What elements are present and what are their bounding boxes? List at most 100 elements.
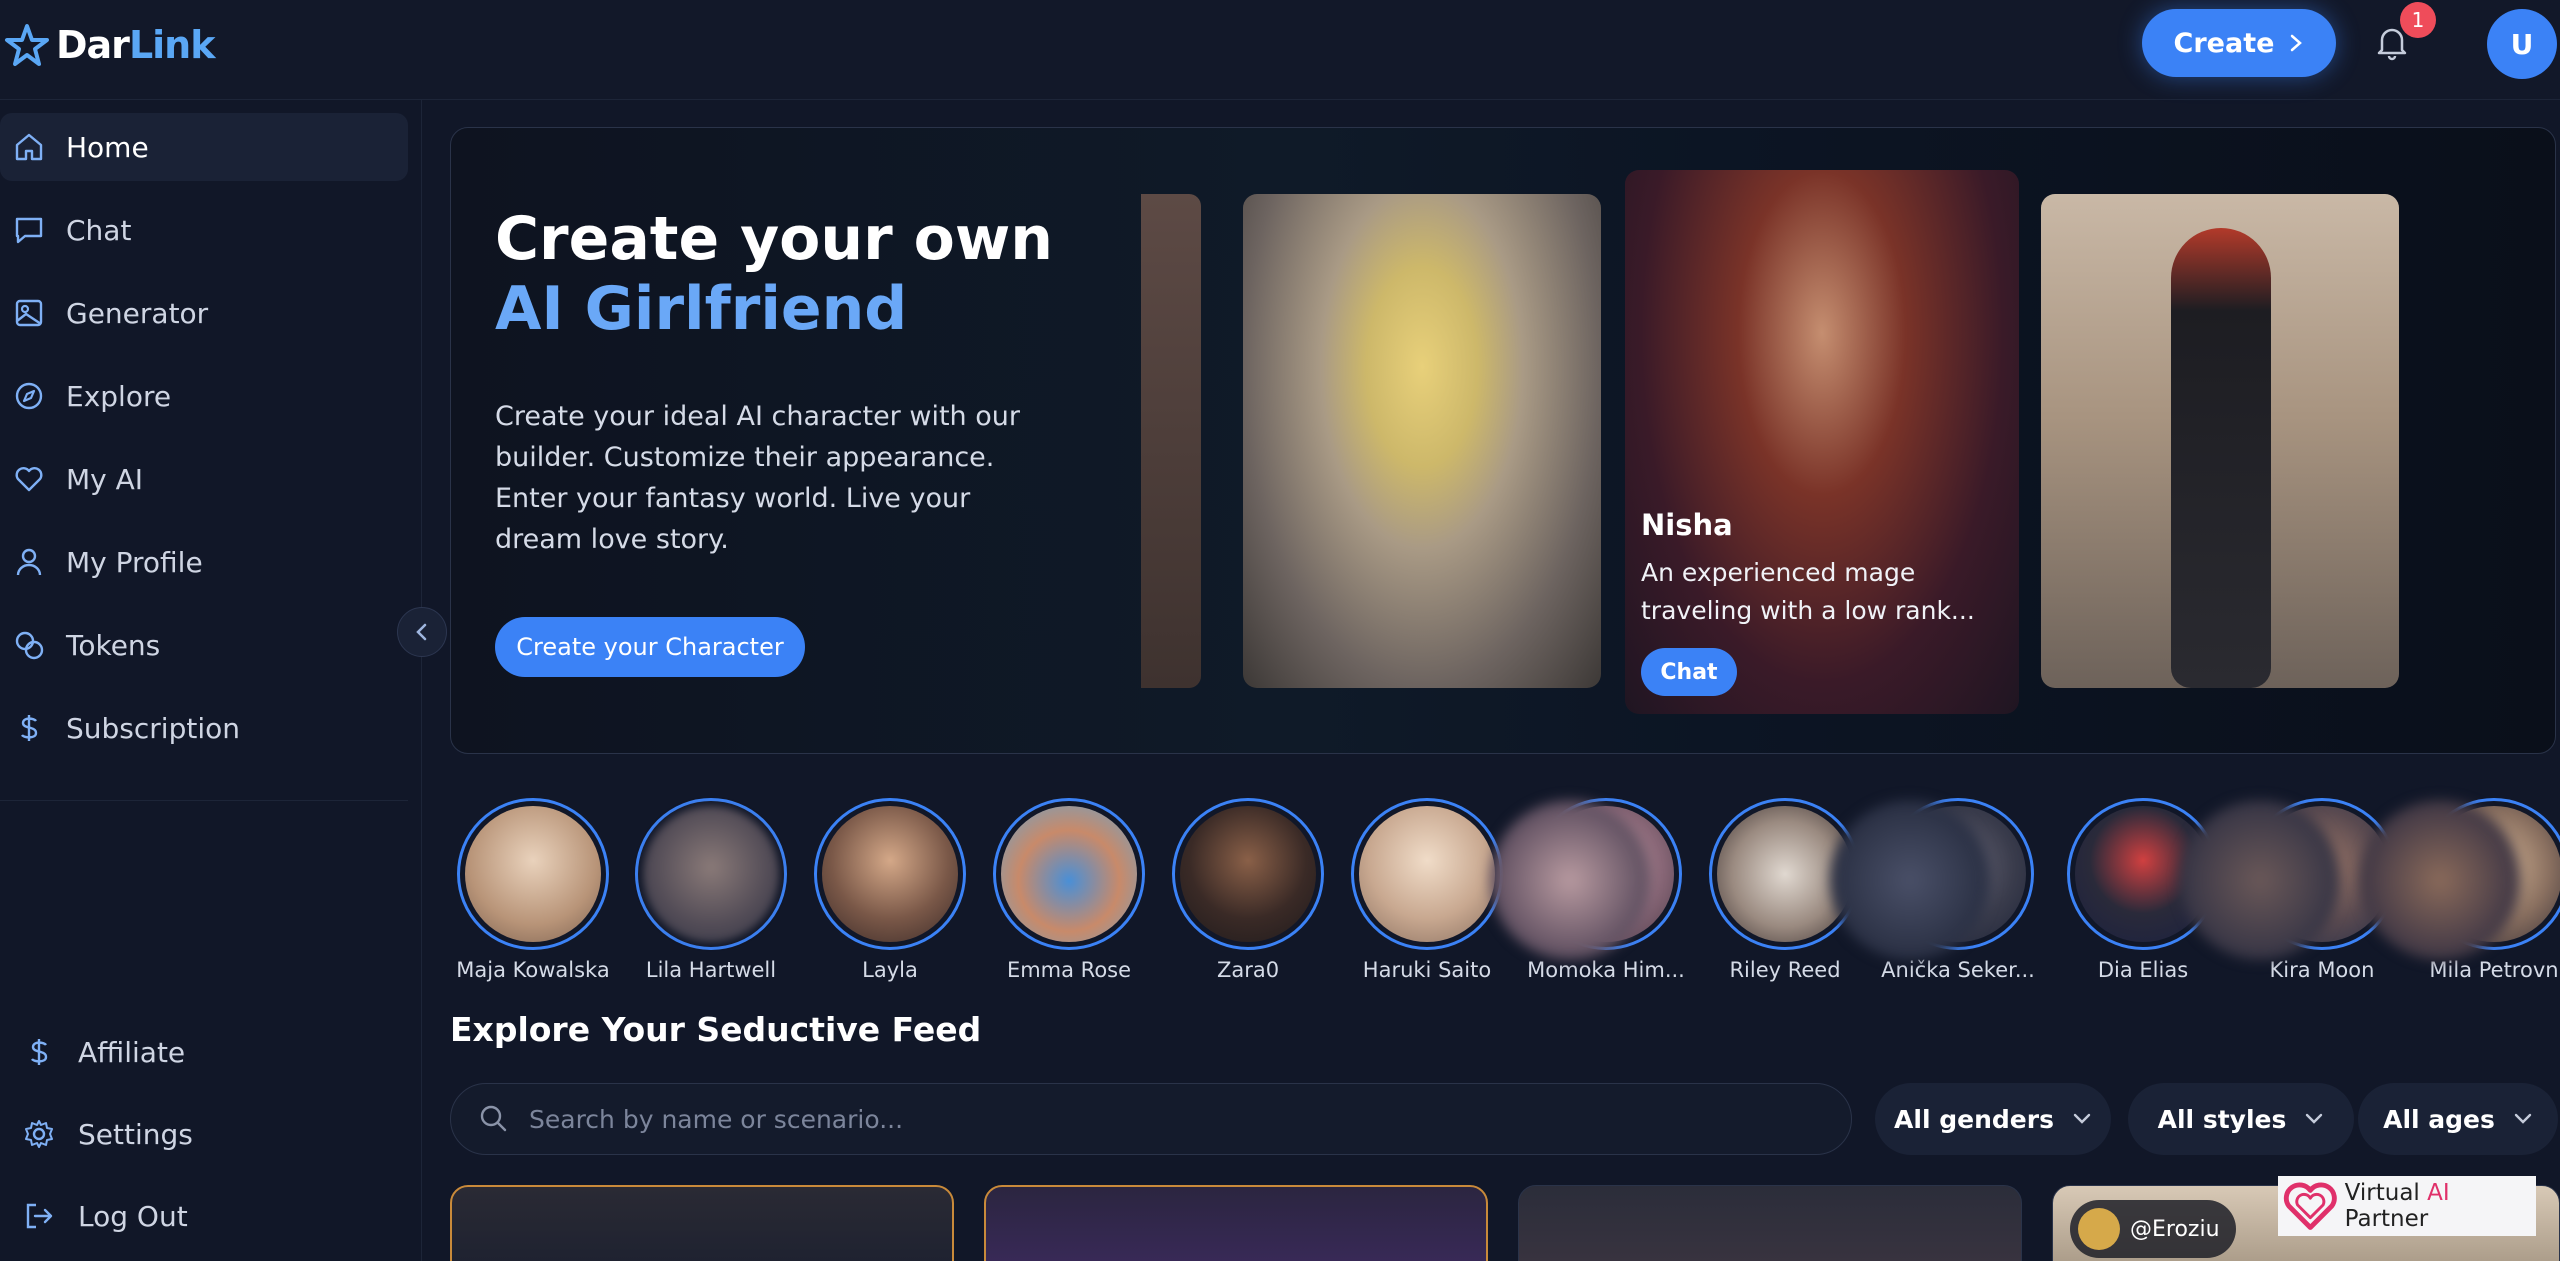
sidebar-item-label: Settings [78, 1117, 193, 1151]
search-input[interactable] [529, 1104, 1829, 1134]
dollar-icon [31, 1039, 48, 1065]
sidebar-item-home[interactable]: Home [0, 113, 408, 181]
sidebar-item-label: Tokens [66, 628, 161, 662]
creator-avatar [2078, 1208, 2120, 1250]
feed-card[interactable] [1518, 1185, 2022, 1261]
sidebar-item-my-profile[interactable]: My Profile [0, 528, 408, 596]
feed-card[interactable] [450, 1185, 954, 1261]
user-icon [16, 548, 42, 576]
search-bar[interactable] [450, 1083, 1852, 1155]
sidebar-item-chat[interactable]: Chat [0, 196, 408, 264]
hero-description: Create your ideal AI character with our … [495, 401, 1020, 555]
story-avatar [1180, 806, 1316, 942]
create-button[interactable]: Create [2142, 9, 2336, 77]
story-item[interactable]: Layla [810, 798, 970, 982]
notification-badge: 1 [2400, 2, 2436, 38]
story-name: Dia Elias [2097, 958, 2189, 982]
chevron-down-icon [2514, 1113, 2532, 1124]
create-character-button[interactable]: Create your Character [495, 617, 805, 677]
coins-icon [15, 631, 44, 660]
logo[interactable]: DarLink [4, 20, 216, 70]
story-avatar-ring [993, 798, 1145, 950]
sidebar-item-my-ai[interactable]: My AI [0, 445, 408, 513]
sidebar-item-logout[interactable]: Log Out [22, 1186, 188, 1246]
story-avatar [1359, 806, 1495, 942]
sidebar-item-label: Home [66, 130, 149, 164]
story-item[interactable]: Emma Rose [989, 798, 1149, 982]
blur-overlay [2180, 800, 2340, 960]
character-card[interactable] [1243, 194, 1601, 688]
chat-icon [15, 217, 43, 244]
story-item[interactable]: Lila Hartwell [631, 798, 791, 982]
compass-icon [15, 382, 43, 410]
story-avatar [1001, 806, 1137, 942]
sidebar-item-label: My Profile [66, 545, 203, 579]
sidebar-item-label: Subscription [66, 711, 240, 745]
creator-chip[interactable]: @Eroziu [2070, 1200, 2236, 1258]
story-name: Mila Petrovn [2429, 958, 2559, 982]
dollar-icon [21, 715, 38, 741]
blur-overlay [2360, 800, 2520, 960]
age-filter-dropdown[interactable]: All ages [2358, 1083, 2558, 1155]
story-name: Momoka Him... [1527, 958, 1685, 982]
story-item[interactable]: Maja Kowalska [453, 798, 613, 982]
story-name: Anička Seker... [1881, 958, 2035, 982]
chevron-right-icon [2291, 34, 2303, 52]
sidebar-item-label: Chat [66, 213, 132, 247]
partner-badge[interactable]: Virtual AI Partner [2278, 1176, 2536, 1236]
sidebar-item-subscription[interactable]: Subscription [0, 694, 408, 762]
home-icon [15, 133, 43, 161]
featured-character-description: An experienced mage traveling with a low… [1641, 558, 1975, 625]
story-avatar [643, 806, 779, 942]
sidebar-collapse-button[interactable] [397, 607, 447, 657]
age-filter-label: All ages [2383, 1104, 2495, 1134]
sidebar-item-explore[interactable]: Explore [0, 362, 408, 430]
story-name: Layla [862, 958, 918, 982]
sidebar-item-label: Explore [66, 379, 172, 413]
heart-icon [15, 467, 43, 492]
hero-title-line2: AI Girlfriend [495, 274, 908, 344]
sidebar-item-label: My AI [66, 462, 144, 496]
story-name: Haruki Saito [1362, 958, 1492, 982]
search-icon [480, 1105, 507, 1132]
story-item[interactable]: Haruki Saito [1347, 798, 1507, 982]
top-bar: DarLink Create 1 U [0, 0, 2560, 100]
featured-chat-button[interactable]: Chat [1641, 648, 1737, 696]
partner-badge-text: Virtual AI Partner [2344, 1180, 2450, 1232]
story-avatar-ring [457, 798, 609, 950]
sidebar-item-settings[interactable]: Settings [22, 1104, 193, 1164]
story-avatar-ring [635, 798, 787, 950]
story-name: Riley Reed [1729, 958, 1841, 982]
create-button-label: Create [2173, 27, 2275, 59]
user-avatar[interactable]: U [2487, 9, 2557, 79]
sidebar-item-label: Log Out [78, 1199, 188, 1233]
story-avatar-ring [1351, 798, 1503, 950]
chevron-down-icon [2306, 1113, 2323, 1124]
creator-handle: @Eroziu [2130, 1216, 2220, 1242]
story-item[interactable]: Zara0 [1168, 798, 1328, 982]
feed-card[interactable] [984, 1185, 1488, 1261]
featured-character-card[interactable] [1625, 170, 2019, 714]
story-avatar [465, 806, 601, 942]
chevron-left-icon [416, 623, 427, 641]
style-filter-dropdown[interactable]: All styles [2128, 1083, 2354, 1155]
sidebar-item-tokens[interactable]: Tokens [0, 611, 408, 679]
logo-text: DarLink [56, 23, 216, 67]
story-name: Maja Kowalska [456, 958, 610, 982]
sidebar-item-label: Affiliate [78, 1035, 186, 1069]
gender-filter-label: All genders [1894, 1104, 2054, 1134]
sidebar-item-generator[interactable]: Generator [0, 279, 408, 347]
story-avatar-ring [814, 798, 966, 950]
logout-icon [26, 1203, 53, 1229]
star-logo-icon [5, 24, 49, 66]
sidebar-item-affiliate[interactable]: Affiliate [22, 1022, 185, 1082]
featured-character-name: Nisha [1641, 508, 1733, 542]
feed-title: Explore Your Seductive Feed [450, 1010, 982, 1049]
style-filter-label: All styles [2157, 1104, 2287, 1134]
story-name: Lila Hartwell [645, 958, 777, 982]
gender-filter-dropdown[interactable]: All genders [1875, 1083, 2111, 1155]
character-figure-image [2171, 228, 2271, 688]
gear-icon [25, 1120, 53, 1148]
character-card-partial[interactable] [1141, 194, 1201, 688]
blur-overlay [1830, 800, 1990, 960]
